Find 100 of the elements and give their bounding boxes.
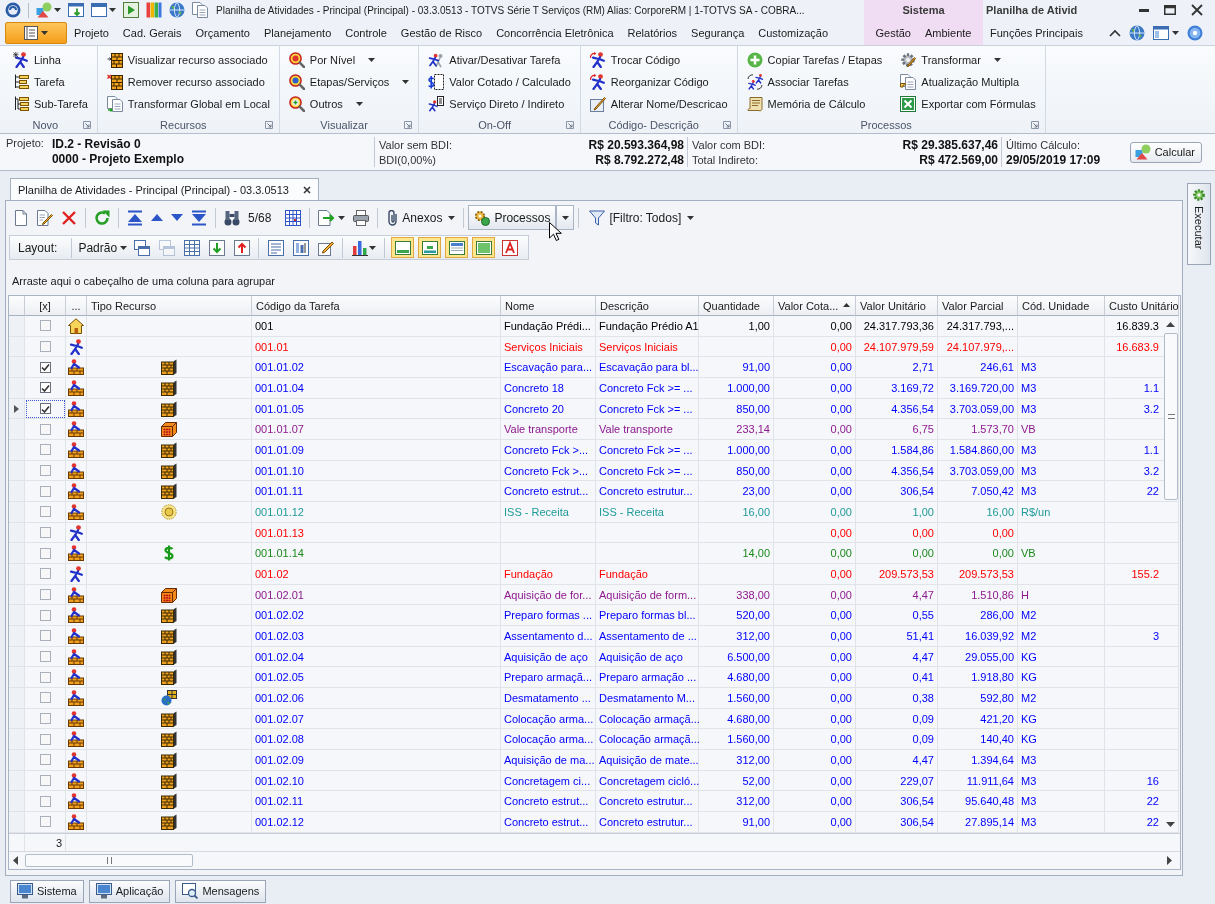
document-tab[interactable]: Planilha de Atividades - Principal (Principal) - 03.3.0513 (10, 178, 319, 200)
row-checkbox[interactable] (39, 382, 51, 394)
chevron-up-icon[interactable] (1109, 28, 1121, 37)
table-row[interactable]: 001.02.02 Preparo formas ... Preparo formas bl... 520,00 0,00 0,55 286,00 M2 (9, 605, 1180, 627)
documents-icon[interactable] (192, 2, 208, 18)
window-layout-icon[interactable] (1153, 25, 1169, 40)
ribbon-tab[interactable]: Planejamento (257, 21, 339, 44)
scroll-thumb[interactable] (25, 854, 193, 867)
ribbon-button[interactable]: Etapas/Serviços (285, 71, 413, 93)
column-header[interactable]: Código da Tarefa (252, 296, 501, 316)
row-checkbox[interactable] (39, 444, 51, 456)
row-checkbox[interactable] (39, 733, 51, 745)
table-row[interactable]: 001.02.12 Concreto estrut... Concreto estrutur... 91,00 0,00 306,54 27.895,14 M3 22 (9, 812, 1180, 833)
ribbon-button[interactable]: Transformar (897, 49, 1039, 71)
row-checkbox[interactable] (39, 320, 51, 332)
table-row[interactable]: 001.02 Fundação Fundação 0,00 209.573,53 209.573,53 155.2 (9, 564, 1180, 585)
ribbon-button[interactable]: Trocar Código (586, 49, 731, 71)
grid-icon[interactable] (285, 209, 302, 226)
caret-icon[interactable] (448, 215, 456, 220)
row-checkbox[interactable] (39, 589, 51, 601)
restore-icon[interactable] (1164, 5, 1176, 15)
printer-icon[interactable] (353, 209, 370, 226)
export-icon[interactable] (318, 209, 335, 226)
table-row[interactable]: 001.01.14 14,00 0,00 0,00 0,00 VB (9, 543, 1180, 565)
table-row[interactable]: 001.02.08 Colocação arma... Colocação armaçã... 1.560,00 0,00 0,09 140,40 KG (9, 729, 1180, 751)
table-row[interactable]: 001.02.10 Concretagem ci... Concretagem cicló... 52,00 0,00 229,07 11.911,64 M3 16 (9, 770, 1180, 792)
jump-to-top-icon[interactable] (127, 209, 143, 226)
filter-button[interactable]: [Filtro: Todos] (583, 205, 688, 230)
row-checkbox[interactable] (39, 403, 51, 414)
column-header[interactable]: Custo Unitário (1105, 296, 1179, 316)
delete-icon[interactable] (61, 209, 77, 226)
bar-chart-icon[interactable] (351, 239, 368, 256)
scroll-up-icon[interactable] (1166, 322, 1175, 327)
corner-arrow-icon[interactable] (565, 120, 574, 129)
ribbon-tab[interactable]: Relatórios (620, 21, 685, 44)
column-header[interactable]: Quantidade (699, 296, 774, 316)
column-header[interactable]: Tipo Recurso (87, 296, 252, 316)
columns-icon[interactable] (292, 239, 309, 256)
table-row[interactable]: 001.02.07 Colocação arma... Colocação armaçã... 4.680,00 0,00 0,09 421,20 KG (9, 708, 1180, 730)
calculate-button[interactable]: Calcular (1129, 141, 1202, 163)
column-header[interactable]: Valor Parcial (938, 296, 1018, 316)
ribbon-button[interactable]: Atualização Multipla (897, 71, 1039, 93)
ribbon-button[interactable]: Linha (10, 49, 91, 71)
globe-icon[interactable] (169, 2, 185, 18)
globe-icon[interactable] (1129, 24, 1145, 41)
scroll-right-icon[interactable] (1167, 856, 1172, 865)
table-row[interactable]: 001 Fundação Prédi... Fundação Prédio A1 1,00 0,00 24.317.793,36 24.317.793,... 16.839.3 (9, 316, 1180, 337)
caret-icon[interactable] (368, 58, 376, 62)
ribbon-button[interactable]: Serviço Direto / Indireto (425, 93, 574, 115)
dropdown-button[interactable] (556, 205, 575, 230)
ribbon-tab[interactable]: Cad. Gerais (115, 21, 189, 44)
status-tab[interactable]: Aplicação (88, 879, 171, 903)
row-checkbox[interactable] (39, 816, 51, 828)
caret-icon[interactable] (369, 245, 377, 250)
ribbon-button[interactable]: Alterar Nome/Descricao (586, 93, 731, 115)
ribbon-tab[interactable]: Ambiente (918, 21, 979, 44)
ribbon-button[interactable]: Valor Cotado / Calculado (425, 71, 574, 93)
caret-icon[interactable] (54, 8, 61, 12)
row-checkbox[interactable] (39, 423, 51, 435)
ribbon-button[interactable]: Tarefa (10, 71, 91, 93)
ribbon-button[interactable]: Visualizar recurso associado (103, 49, 273, 71)
ribbon-tab[interactable]: Concorrência Eletrônica (489, 21, 621, 44)
caret-icon[interactable] (1172, 30, 1179, 35)
arrow-up-icon[interactable] (151, 214, 163, 221)
ribbon-button[interactable]: Memória de Cálculo (743, 93, 886, 115)
attachments-button[interactable]: Anexos (382, 205, 449, 230)
corner-arrow-icon[interactable] (264, 120, 273, 129)
row-checkbox[interactable] (39, 775, 51, 787)
caret-icon[interactable] (338, 215, 346, 220)
table-row[interactable]: 001.02.06 Desmatamento ... Desmatamento M... 1.560,00 0,00 0,38 592,80 M2 (9, 688, 1180, 709)
list-icon[interactable] (267, 239, 284, 256)
table-row[interactable]: 001.02.04 Aquisição de aço Aquisição de aço 6.500,00 0,00 4,47 29.055,00 KG (9, 646, 1180, 668)
scroll-thumb[interactable] (1164, 333, 1178, 500)
refresh-icon[interactable] (94, 209, 110, 226)
ribbon-button[interactable]: Remover recurso associado (103, 71, 273, 93)
exit-icon[interactable] (123, 2, 139, 18)
ribbon-tab[interactable]: Projeto (67, 21, 116, 44)
row-checkbox[interactable] (39, 341, 51, 352)
column-header[interactable]: Valor Cota... (774, 296, 856, 316)
font-color-icon[interactable] (501, 239, 518, 256)
caret-icon[interactable] (993, 58, 1001, 62)
ribbon-tab[interactable]: Orçamento (188, 21, 257, 44)
row-checkbox[interactable] (39, 713, 51, 725)
scroll-left-icon[interactable] (13, 856, 18, 865)
table-icon[interactable] (183, 239, 200, 256)
scroll-down-icon[interactable] (1166, 822, 1175, 827)
panel-toggle[interactable] (391, 237, 415, 258)
row-checkbox[interactable] (39, 671, 51, 683)
row-checkbox[interactable] (39, 361, 51, 373)
ribbon-button[interactable]: Copiar Tarefas / Etapas (743, 49, 886, 71)
palette-icon[interactable] (146, 2, 162, 18)
export-icon[interactable] (233, 239, 250, 256)
corner-arrow-icon[interactable] (404, 120, 413, 129)
column-header[interactable]: Cód. Unidade (1018, 296, 1105, 316)
ribbon-button[interactable]: Transformar Global em Local (103, 93, 273, 115)
table-row[interactable]: 001.02.09 Aquisição de ma... Aquisição de mate... 312,00 0,00 4,47 1.394,64 M3 (9, 750, 1180, 771)
new-document-icon[interactable] (13, 209, 29, 226)
panel-toggle[interactable] (418, 237, 442, 258)
edit-icon[interactable] (317, 239, 334, 256)
orb-icon[interactable] (5, 2, 21, 18)
